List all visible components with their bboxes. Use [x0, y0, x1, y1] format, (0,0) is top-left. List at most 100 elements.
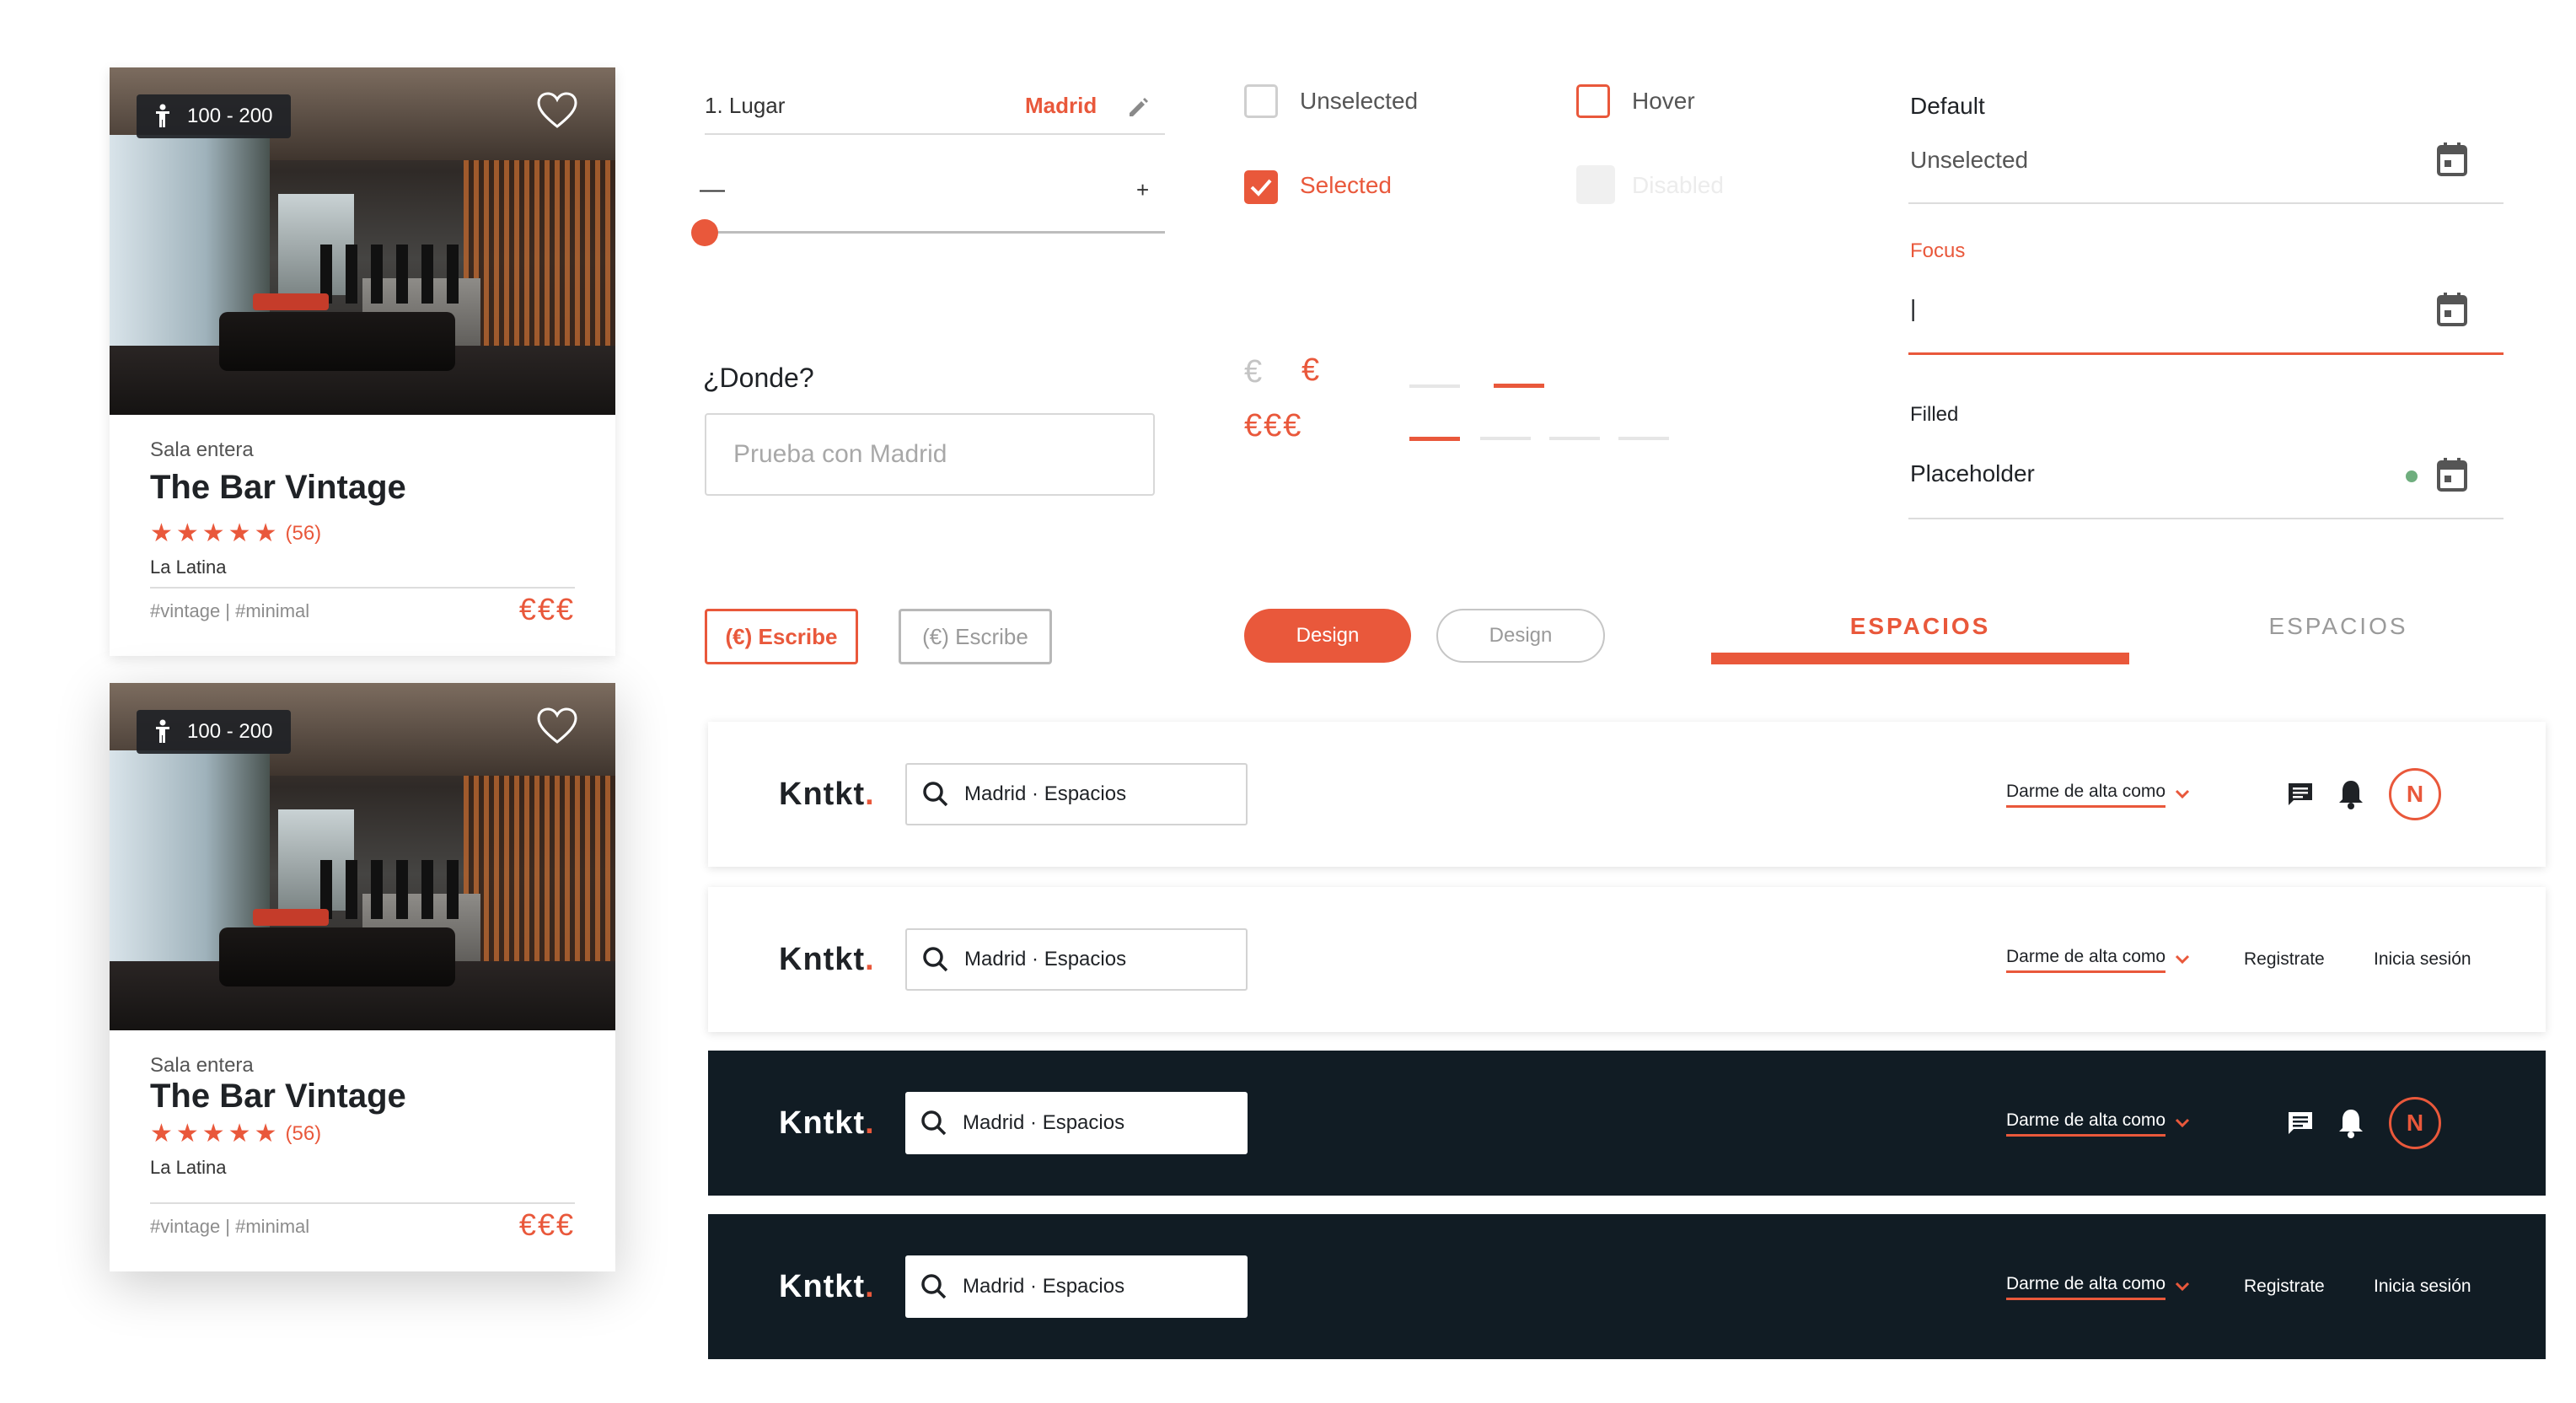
chat-icon[interactable]	[2286, 1110, 2315, 1137]
write-button-inactive[interactable]: (€) Escribe	[899, 609, 1052, 664]
venue-name[interactable]: The Bar Vintage	[150, 1078, 406, 1115]
search-icon	[921, 1110, 947, 1136]
tab-espacios-active[interactable]: ESPACIOS	[1711, 605, 2129, 648]
checkbox-unselected[interactable]	[1244, 84, 1278, 118]
calendar-icon[interactable]	[2436, 292, 2468, 327]
bell-icon[interactable]	[2337, 1107, 2365, 1139]
search-box[interactable]: Madrid · Espacios	[905, 763, 1248, 825]
date-default-value[interactable]: Unselected	[1910, 147, 2028, 174]
calendar-icon[interactable]	[2436, 457, 2468, 492]
pencil-icon[interactable]	[1126, 94, 1151, 120]
price-segment	[1618, 437, 1669, 440]
date-focus-value[interactable]: |	[1910, 295, 1916, 322]
logo[interactable]: Kntkt.	[779, 1269, 875, 1305]
date-filled-value[interactable]: Placeholder	[1910, 460, 2035, 487]
search-box[interactable]: Madrid · Espacios	[905, 928, 1248, 991]
price-low-active[interactable]: €	[1301, 352, 1319, 389]
venue-rating: ★★★★★ (56)	[150, 1121, 321, 1147]
register-link[interactable]: Registrate	[2244, 1277, 2325, 1297]
logo[interactable]: Kntkt.	[779, 777, 875, 813]
check-icon	[1250, 179, 1272, 196]
venue-name[interactable]: The Bar Vintage	[150, 469, 406, 507]
heart-icon[interactable]	[536, 707, 578, 745]
date-focus-underline	[1908, 352, 2504, 355]
chevron-down-icon	[2176, 1118, 2190, 1128]
search-text: Madrid · Espacios	[963, 1275, 1125, 1298]
design-button-outline[interactable]: Design	[1436, 609, 1605, 663]
date-filled-underline	[1908, 518, 2504, 519]
price-low-inactive[interactable]: €	[1244, 354, 1262, 390]
chat-icon[interactable]	[2286, 781, 2315, 808]
login-link[interactable]: Inicia sesión	[2374, 1277, 2471, 1297]
place-filter-label: 1. Lugar	[705, 93, 786, 118]
where-input[interactable]	[705, 413, 1155, 496]
checkbox-selected-label: Selected	[1300, 172, 1392, 198]
venue-card[interactable]: 100 - 200 Sala entera The Bar Vintage ★★…	[110, 67, 615, 656]
signup-as-dropdown[interactable]: Darme de alta como	[2006, 947, 2191, 973]
card-divider	[150, 587, 575, 589]
star-icons: ★★★★★	[150, 519, 281, 547]
avatar[interactable]: N	[2389, 768, 2441, 820]
date-filled-title: Filled	[1910, 403, 1959, 426]
venue-card-hover[interactable]: 100 - 200 Sala entera The Bar Vintage ★★…	[110, 683, 615, 1271]
venue-photo: 100 - 200	[110, 683, 615, 1030]
price-segment-active	[1494, 384, 1544, 388]
avatar[interactable]: N	[2389, 1097, 2441, 1149]
star-icons: ★★★★★	[150, 1120, 281, 1148]
chevron-down-icon	[2176, 1282, 2190, 1292]
date-focus-title: Focus	[1910, 239, 1966, 262]
search-box[interactable]: Madrid · Espacios	[905, 1255, 1248, 1318]
venue-area: La Latina	[150, 556, 227, 578]
checkbox-disabled-label: Disabled	[1632, 172, 1724, 198]
checkbox-hover[interactable]	[1576, 84, 1610, 118]
header-light-logged-in: Kntkt. Madrid · Espacios Darme de alta c…	[708, 722, 2546, 867]
card-divider	[150, 1202, 575, 1204]
capacity-badge: 100 - 200	[137, 710, 292, 754]
checkbox-selected[interactable]	[1244, 170, 1278, 204]
slider-track[interactable]	[705, 231, 1165, 234]
search-icon	[923, 947, 948, 972]
search-icon	[923, 782, 948, 807]
slider-plus[interactable]: +	[1136, 177, 1149, 203]
person-icon	[156, 719, 169, 743]
signup-as-dropdown[interactable]: Darme de alta como	[2006, 782, 2191, 808]
price-segment	[1409, 384, 1460, 388]
bell-icon[interactable]	[2337, 778, 2365, 810]
venue-rating: ★★★★★ (56)	[150, 521, 321, 546]
register-link[interactable]: Registrate	[2244, 949, 2325, 970]
search-icon	[921, 1274, 947, 1299]
signup-as-dropdown[interactable]: Darme de alta como	[2006, 1110, 2191, 1137]
place-filter-value[interactable]: Madrid	[1025, 93, 1097, 119]
person-icon	[156, 104, 169, 127]
checkbox-unselected-label: Unselected	[1300, 88, 1419, 114]
tab-espacios-inactive[interactable]: ESPACIOS	[2129, 605, 2547, 648]
write-button-active[interactable]: (€) Escribe	[705, 609, 858, 664]
price-high[interactable]: €€€	[1244, 408, 1302, 444]
venue-type: Sala entera	[150, 1054, 254, 1077]
header-dark-logged-in: Kntkt. Madrid · Espacios Darme de alta c…	[708, 1051, 2546, 1196]
slider-minus[interactable]: —	[700, 175, 725, 204]
capacity-text: 100 - 200	[187, 105, 273, 127]
slider-thumb[interactable]	[691, 219, 718, 246]
checkbox-disabled	[1576, 165, 1615, 204]
heart-icon[interactable]	[536, 91, 578, 130]
search-box[interactable]: Madrid · Espacios	[905, 1092, 1248, 1154]
date-default-title: Default	[1910, 93, 1985, 119]
login-link[interactable]: Inicia sesión	[2374, 949, 2471, 970]
venue-type: Sala entera	[150, 438, 254, 461]
venue-price: €€€	[518, 592, 575, 626]
header-light-logged-out: Kntkt. Madrid · Espacios Darme de alta c…	[708, 887, 2546, 1032]
review-count: (56)	[285, 1122, 322, 1145]
logo[interactable]: Kntkt.	[779, 942, 875, 978]
search-text: Madrid · Espacios	[963, 1111, 1125, 1134]
checkbox-hover-label: Hover	[1632, 88, 1695, 114]
price-segment	[1549, 437, 1600, 440]
venue-area: La Latina	[150, 1157, 227, 1178]
design-button-filled[interactable]: Design	[1244, 609, 1411, 663]
venue-photo: 100 - 200	[110, 67, 615, 415]
search-text: Madrid · Espacios	[964, 948, 1127, 970]
logo[interactable]: Kntkt.	[779, 1105, 875, 1142]
signup-as-dropdown[interactable]: Darme de alta como	[2006, 1274, 2191, 1300]
venue-tags: #vintage | #minimal	[150, 600, 310, 621]
calendar-icon[interactable]	[2436, 142, 2468, 177]
